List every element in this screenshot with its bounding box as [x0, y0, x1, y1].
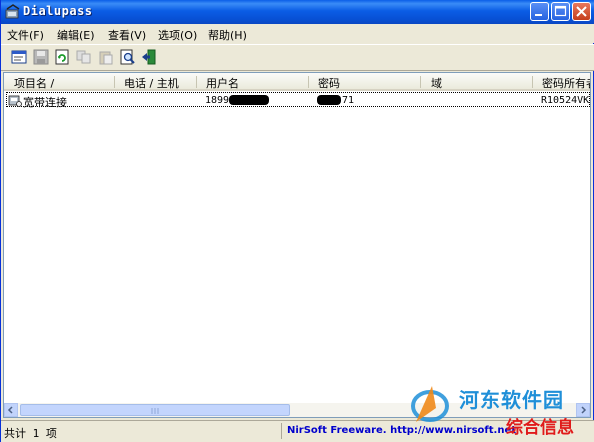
minimize-icon — [535, 14, 542, 16]
maximize-button[interactable] — [551, 2, 570, 21]
properties-icon[interactable] — [11, 49, 27, 65]
copy-icon[interactable] — [76, 49, 92, 65]
toolbar — [1, 44, 594, 70]
col-divider[interactable] — [114, 76, 115, 88]
grip-icon — [151, 408, 159, 414]
col-entry-name[interactable]: 项目名 / — [14, 75, 54, 91]
scroll-left-button[interactable] — [4, 403, 18, 417]
app-icon — [5, 4, 20, 19]
col-divider[interactable] — [532, 76, 533, 88]
save-icon[interactable] — [33, 49, 49, 65]
entry-owner: R10524VKI: — [541, 95, 590, 106]
col-divider[interactable] — [420, 76, 421, 88]
results-list[interactable]: 项目名 / 电话 / 主机 用户名 密码 域 密码所有者 宽带连接 1899 7… — [3, 72, 591, 418]
col-password-owner[interactable]: 密码所有者 — [542, 75, 590, 91]
status-divider — [281, 423, 282, 439]
watermark-subtext: 综合信息 — [506, 418, 574, 438]
col-divider[interactable] — [196, 76, 197, 88]
menu-view[interactable]: 查看(V) — [108, 27, 146, 43]
minimize-button[interactable] — [530, 2, 549, 21]
watermark-logo-icon — [411, 386, 449, 422]
close-button[interactable] — [572, 2, 591, 21]
menu-edit[interactable]: 编辑(E) — [57, 27, 95, 43]
chevron-right-icon — [581, 406, 587, 414]
col-username[interactable]: 用户名 — [206, 75, 239, 91]
menu-file[interactable]: 文件(F) — [7, 27, 44, 43]
col-password[interactable]: 密码 — [318, 75, 340, 91]
col-divider[interactable] — [308, 76, 309, 88]
title-bar[interactable]: Dialupass — [1, 0, 594, 24]
connection-icon — [8, 95, 22, 107]
nirsoft-link[interactable]: NirSoft Freeware. http://www.nirsoft.net — [287, 425, 516, 436]
scroll-right-button[interactable] — [576, 403, 590, 417]
toolbar-divider — [1, 70, 594, 71]
chevron-left-icon — [7, 406, 13, 414]
menu-bar: 文件(F) 编辑(E) 查看(V) 选项(O) 帮助(H) — [1, 24, 594, 43]
scroll-thumb[interactable] — [20, 404, 290, 416]
app-window: Dialupass 文件(F) 编辑(E) 查看(V) 选项(O) 帮助(H) — [0, 0, 594, 442]
menu-options[interactable]: 选项(O) — [158, 27, 197, 43]
refresh-icon[interactable] — [54, 49, 70, 65]
entry-name: 宽带连接 — [23, 96, 67, 109]
col-phone-host[interactable]: 电话 / 主机 — [124, 75, 179, 91]
list-header: 项目名 / 电话 / 主机 用户名 密码 域 密码所有者 — [4, 73, 590, 91]
maximize-icon — [554, 5, 567, 17]
table-row[interactable]: 宽带连接 1899 71 R10524VKI: — [6, 92, 590, 109]
watermark-text: 河东软件园 — [459, 388, 564, 412]
redaction-mark — [317, 95, 341, 105]
entry-password: 71 — [342, 95, 355, 106]
window-title: Dialupass — [23, 4, 93, 18]
col-domain[interactable]: 域 — [431, 75, 442, 91]
paste-icon[interactable] — [98, 49, 114, 65]
entry-username: 1899 — [205, 95, 230, 106]
close-icon — [576, 6, 587, 17]
redaction-mark — [229, 95, 269, 105]
find-icon[interactable] — [120, 49, 136, 65]
menu-help[interactable]: 帮助(H) — [208, 27, 247, 43]
exit-icon[interactable] — [141, 49, 157, 65]
item-count: 共计 1 项 — [4, 427, 57, 440]
